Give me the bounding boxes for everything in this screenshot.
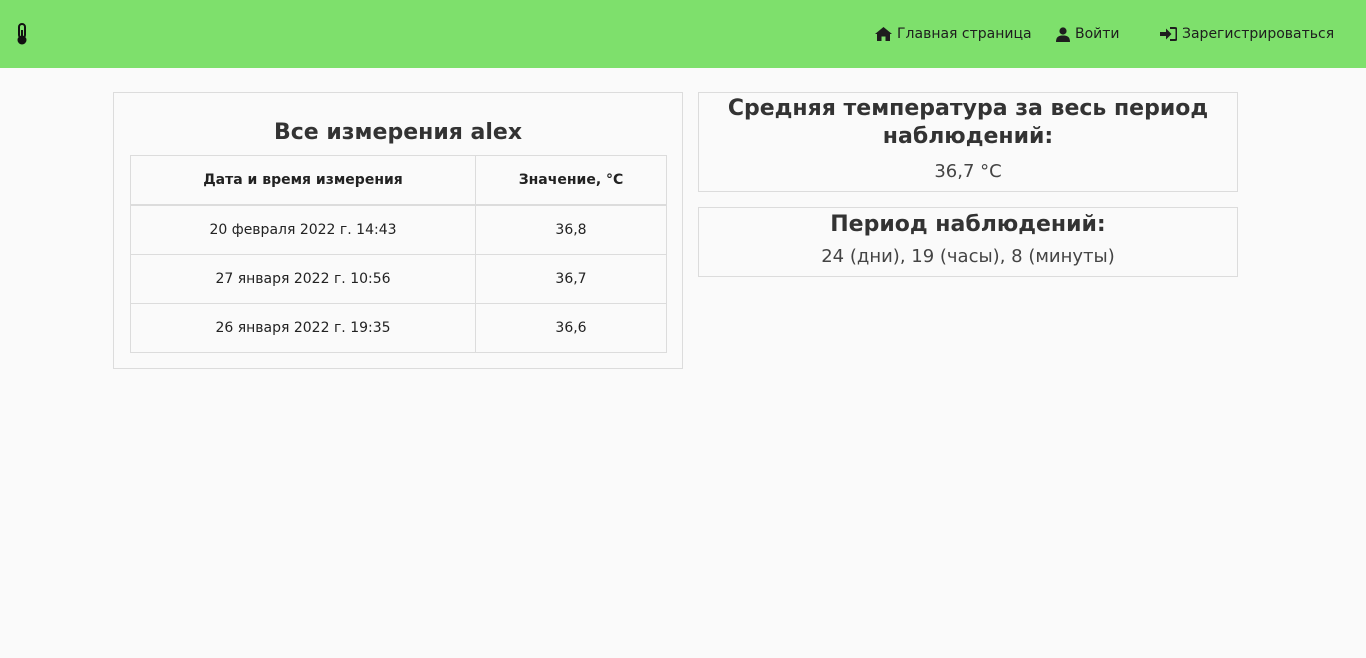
nav-login-label: Войти xyxy=(1075,26,1120,42)
measurement-date: 26 января 2022 г. 19:35 xyxy=(130,303,476,353)
average-temperature-title: Средняя температура за весь период наблю… xyxy=(727,96,1209,149)
measurement-date: 20 февраля 2022 г. 14:43 xyxy=(130,204,476,255)
table-row: 26 января 2022 г. 19:35 36,6 xyxy=(130,303,667,353)
nav-home-label: Главная страница xyxy=(897,26,1032,42)
nav-register-label: Зарегистрироваться xyxy=(1182,26,1335,42)
nav-register-link[interactable]: Зарегистрироваться xyxy=(1160,24,1334,44)
observation-period-value: 24 (дни), 19 (часы), 8 (минуты) xyxy=(821,246,1115,267)
table-row: 27 января 2022 г. 10:56 36,7 xyxy=(130,254,667,304)
sign-in-icon xyxy=(1160,27,1177,41)
home-icon xyxy=(875,27,892,41)
observation-period-title: Период наблюдений: xyxy=(830,212,1106,237)
user-icon xyxy=(1056,26,1070,42)
measurement-value: 36,6 xyxy=(475,303,667,353)
measurements-title: Все измерения alex xyxy=(273,120,523,145)
column-header-value: Значение, °C xyxy=(475,155,667,206)
table-row: 20 февраля 2022 г. 14:43 36,8 xyxy=(130,204,667,255)
average-temperature-panel: Средняя температура за весь период наблю… xyxy=(698,92,1238,192)
column-header-date: Дата и время измерения xyxy=(130,155,476,206)
measurements-panel: Все измерения alex Дата и время измерени… xyxy=(113,92,683,369)
measurement-value: 36,8 xyxy=(475,204,667,255)
nav-home-link[interactable]: Главная страница xyxy=(875,24,1032,44)
measurement-value: 36,7 xyxy=(475,254,667,304)
navbar: Главная страница Войти Зарегистрироватьс… xyxy=(0,0,1366,68)
thermometer-icon[interactable] xyxy=(14,22,30,46)
measurement-date: 27 января 2022 г. 10:56 xyxy=(130,254,476,304)
observation-period-panel: Период наблюдений: 24 (дни), 19 (часы), … xyxy=(698,207,1238,277)
average-temperature-value: 36,7 °C xyxy=(934,161,1002,182)
measurements-table: Дата и время измерения Значение, °C 20 ф… xyxy=(130,155,667,353)
nav-login-link[interactable]: Войти xyxy=(1056,24,1120,44)
table-header-row: Дата и время измерения Значение, °C xyxy=(130,155,667,206)
